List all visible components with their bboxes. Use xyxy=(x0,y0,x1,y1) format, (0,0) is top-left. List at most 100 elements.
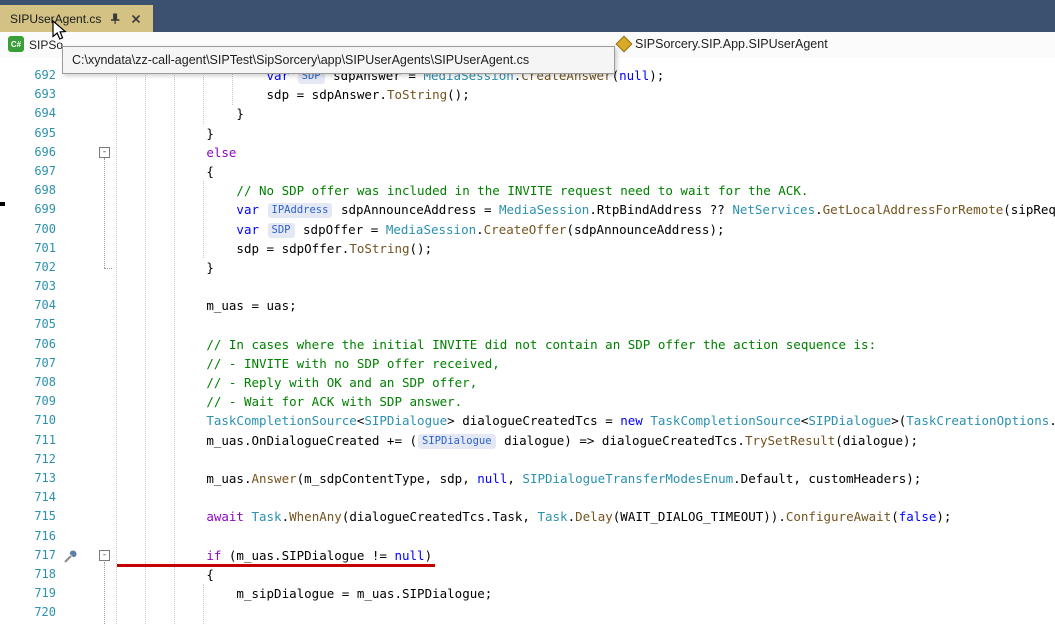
code-token: SIPDialogue xyxy=(364,413,448,429)
code-token: null xyxy=(394,547,425,563)
code-token: sdp = sdpAnswer. xyxy=(266,87,387,103)
line-number: 708 xyxy=(34,375,56,389)
code-token: m_uas.OnDialogueCreated += ( xyxy=(206,432,418,448)
line-number: 712 xyxy=(34,451,56,466)
code-token: // In cases where the initial INVITE did… xyxy=(206,336,877,352)
code-token: sdpOffer = xyxy=(295,221,386,237)
code-token: Answer xyxy=(251,470,297,486)
code-token: sdpAnnounceAddress = xyxy=(333,202,500,218)
code-token: ToString xyxy=(349,240,410,256)
code-text: var IPAddress sdpAnnounceAddress = Media… xyxy=(56,200,1055,219)
code-token: .Run xyxy=(1049,413,1055,428)
code-token: { xyxy=(206,163,214,179)
code-line[interactable]: 704 m_uas = uas; xyxy=(0,296,1055,315)
code-line[interactable]: 709 // - Wait for ACK with SDP answer. xyxy=(0,392,1055,411)
code-line[interactable]: 712 xyxy=(0,450,1055,469)
code-text: m_uas.OnDialogueCreated += (SIPDialogue … xyxy=(56,431,918,450)
code-token: TaskCompletionSource xyxy=(650,413,801,429)
document-tab[interactable]: SIPUserAgent.cs xyxy=(0,5,154,32)
code-line[interactable]: 694 } xyxy=(0,104,1055,123)
code-text: if (m_uas.SIPDialogue != null) xyxy=(56,546,432,565)
code-text: // In cases where the initial INVITE did… xyxy=(56,335,876,354)
code-token: var xyxy=(236,221,267,237)
code-token: TrySetResult xyxy=(744,432,836,448)
code-line[interactable]: 696 else xyxy=(0,143,1055,162)
code-line[interactable]: 705 xyxy=(0,315,1055,334)
line-number: 702 xyxy=(34,259,56,274)
code-token: sdp = sdpOffer. xyxy=(236,240,350,256)
code-token: TaskCreationOptions xyxy=(906,413,1050,429)
code-line[interactable]: 703 xyxy=(0,277,1055,296)
code-line[interactable]: 706 // In cases where the initial INVITE… xyxy=(0,335,1055,354)
line-number: 711 xyxy=(34,432,56,447)
code-line[interactable]: 714 xyxy=(0,488,1055,507)
code-token: . xyxy=(815,202,823,218)
code-token: SIPDialogue xyxy=(808,413,892,429)
code-line[interactable]: 695 } xyxy=(0,124,1055,143)
code-line[interactable]: 711 m_uas.OnDialogueCreated += (SIPDialo… xyxy=(0,431,1055,450)
code-line[interactable]: 715 await Task.WhenAny(dialogueCreatedTc… xyxy=(0,507,1055,526)
code-token: (dialogueCreatedTcs.Task, xyxy=(341,509,538,525)
code-token: // - INVITE with no SDP offer received, xyxy=(206,355,500,371)
code-token: CreateOffer xyxy=(483,221,567,237)
code-line[interactable]: 717 if (m_uas.SIPDialogue != null) xyxy=(0,546,1055,565)
code-text: } xyxy=(56,258,214,277)
code-line[interactable]: 718 { xyxy=(0,565,1055,584)
line-number: 705 xyxy=(34,317,56,332)
code-token: } xyxy=(206,125,214,141)
code-line[interactable]: 716 xyxy=(0,527,1055,546)
code-line[interactable]: 701 sdp = sdpOffer.ToString(); xyxy=(0,239,1055,258)
code-line[interactable]: 710 TaskCompletionSource<SIPDialogue> di… xyxy=(0,411,1055,430)
code-token: if xyxy=(206,547,222,563)
editor[interactable]: 692 var SDP sdpAnswer = MediaSession.Cre… xyxy=(0,58,1055,624)
code-token: await xyxy=(206,509,244,525)
code-token: m_uas = uas; xyxy=(206,298,297,314)
code-text: } xyxy=(56,104,244,123)
code-token: >( xyxy=(891,413,907,429)
tooltip-text: C:\xyndata\zz-call-agent\SIPTest\SipSorc… xyxy=(72,53,530,67)
code-token: . xyxy=(476,221,484,237)
code-token: (m_sdpContentType, sdp, xyxy=(296,470,478,486)
code-lines: 692 var SDP sdpAnswer = MediaSession.Cre… xyxy=(0,66,1055,622)
code-line[interactable]: 719 m_sipDialogue = m_uas.SIPDialogue; xyxy=(0,584,1055,603)
class-icon xyxy=(615,35,633,53)
code-text: m_uas.Answer(m_sdpContentType, sdp, null… xyxy=(56,469,921,488)
line-number: 695 xyxy=(34,125,56,140)
code-token: var xyxy=(236,202,267,218)
quick-actions-icon[interactable] xyxy=(63,548,79,564)
inline-type-hint: SDP xyxy=(267,222,295,238)
code-token: } xyxy=(206,259,214,275)
code-token: // No SDP offer was included in the INVI… xyxy=(236,183,809,199)
pin-icon[interactable] xyxy=(108,12,122,26)
line-number: 699 xyxy=(34,202,56,217)
code-token: } xyxy=(236,106,244,122)
file-path-tooltip: C:\xyndata\zz-call-agent\SIPTest\SipSorc… xyxy=(62,46,615,74)
code-token: TaskCompletionSource xyxy=(206,413,357,429)
code-line[interactable]: 697 { xyxy=(0,162,1055,181)
code-line[interactable]: 698 // No SDP offer was included in the … xyxy=(0,181,1055,200)
line-number: 706 xyxy=(34,336,56,351)
code-line[interactable]: 699 var IPAddress sdpAnnounceAddress = M… xyxy=(0,200,1055,219)
code-line[interactable]: 720 xyxy=(0,603,1055,622)
code-text: m_uas = uas; xyxy=(56,296,297,315)
line-number: 710 xyxy=(34,413,56,428)
line-number: 719 xyxy=(34,586,56,601)
code-line[interactable]: 713 m_uas.Answer(m_sdpContentType, sdp, … xyxy=(0,469,1055,488)
code-token: SIPDialogueTransferModesEnum xyxy=(522,470,734,486)
line-number: 720 xyxy=(34,605,56,620)
line-number: 700 xyxy=(34,221,56,236)
close-icon[interactable] xyxy=(129,12,143,26)
code-line[interactable]: 693 sdp = sdpAnswer.ToString(); xyxy=(0,85,1055,104)
type-dropdown[interactable]: SIPSorcery.SIP.App.SIPUserAgent xyxy=(615,35,828,53)
code-token: WhenAny xyxy=(289,509,342,525)
fold-toggle[interactable]: - xyxy=(99,146,110,158)
fold-toggle[interactable]: - xyxy=(99,550,110,561)
code-line[interactable]: 707 // - INVITE with no SDP offer receiv… xyxy=(0,354,1055,373)
code-line[interactable]: 708 // - Reply with OK and an SDP offer, xyxy=(0,373,1055,392)
code-token: (m_uas.SIPDialogue != xyxy=(221,547,395,563)
code-line[interactable]: 702 } xyxy=(0,258,1055,277)
code-token: (sdpAnnounceAddress); xyxy=(566,221,725,237)
code-line[interactable]: 700 var SDP sdpOffer = MediaSession.Crea… xyxy=(0,220,1055,239)
code-token: (); xyxy=(409,240,433,256)
